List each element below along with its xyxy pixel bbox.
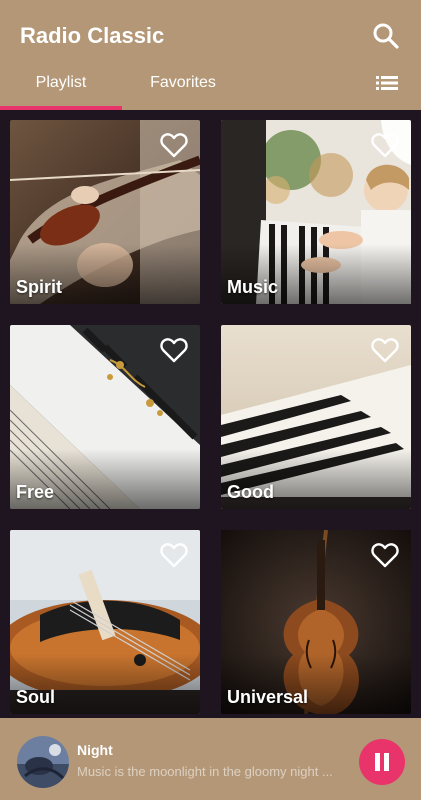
- tab-playlist[interactable]: Playlist: [0, 70, 122, 106]
- playlist-card-universal[interactable]: Universal: [221, 530, 411, 714]
- playlist-grid: Spirit Music Free Good Soul Universal: [0, 110, 421, 718]
- heart-outline-icon[interactable]: [371, 542, 399, 568]
- playlist-name: Free: [16, 482, 55, 502]
- now-playing-artwork: [17, 736, 69, 788]
- now-playing-title: Night: [77, 742, 113, 758]
- search-button[interactable]: [368, 18, 404, 54]
- playlist-card-good[interactable]: Good: [221, 325, 411, 509]
- heart-outline-icon[interactable]: [371, 337, 399, 363]
- night-artwork-image: [17, 736, 69, 788]
- heart-outline-icon[interactable]: [371, 132, 399, 158]
- now-playing-subtitle: Music is the moonlight in the gloomy nig…: [77, 764, 333, 779]
- playlist-name: Universal: [227, 687, 309, 707]
- playlist-name: Good: [227, 482, 274, 502]
- playlist-name: Spirit: [16, 277, 63, 297]
- heart-outline-icon[interactable]: [160, 542, 188, 568]
- heart-outline-icon[interactable]: [160, 132, 188, 158]
- playlist-card-soul[interactable]: Soul: [10, 530, 200, 714]
- playlist-name: Soul: [16, 687, 55, 707]
- playlist-name: Music: [227, 277, 279, 297]
- app-bar: Radio Classic Playlist Favorites: [0, 0, 421, 110]
- playlist-card-free[interactable]: Free: [10, 325, 200, 509]
- tab-favorites[interactable]: Favorites: [122, 70, 244, 106]
- app-title: Radio Classic: [20, 23, 165, 48]
- list-menu-icon: [376, 76, 398, 90]
- search-icon: [373, 23, 399, 49]
- pause-button[interactable]: [359, 739, 405, 785]
- playlist-card-spirit[interactable]: Spirit: [10, 120, 200, 304]
- pause-icon: [375, 753, 389, 771]
- now-playing-bar[interactable]: Night Music is the moonlight in the gloo…: [0, 718, 421, 800]
- heart-outline-icon[interactable]: [160, 337, 188, 363]
- playlist-card-music[interactable]: Music: [221, 120, 411, 304]
- list-menu-button[interactable]: [370, 70, 404, 96]
